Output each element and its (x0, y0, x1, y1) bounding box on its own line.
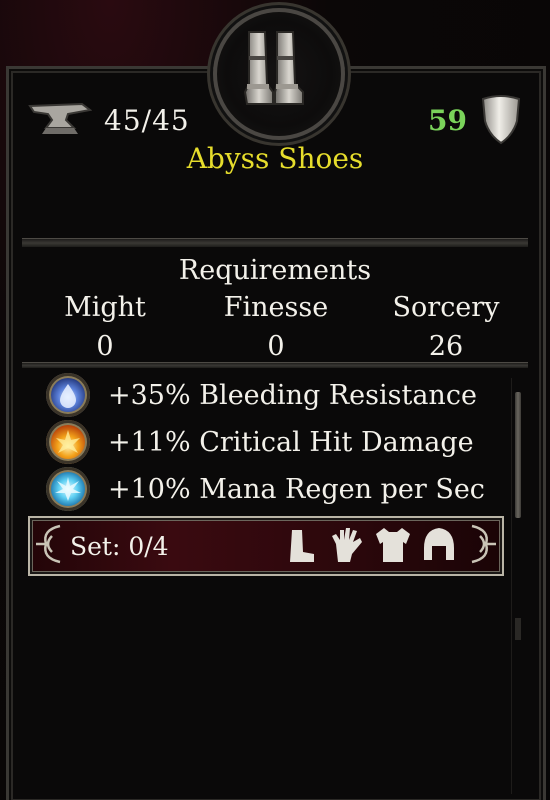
stat-text: +10% Mana Regen per Sec (108, 473, 485, 505)
requirement-finesse: Finesse 0 (196, 292, 356, 362)
stat-text: +11% Critical Hit Damage (108, 426, 474, 458)
stat-row: +11% Critical Hit Damage (46, 420, 516, 464)
durability-value: 45/45 (104, 104, 190, 137)
item-portrait (213, 8, 345, 140)
section-divider (22, 362, 528, 369)
stat-row: +10% Mana Regen per Sec (46, 467, 516, 511)
helmet-icon (424, 528, 454, 560)
might-label: Might (64, 292, 146, 323)
stat-row: +35% Bleeding Resistance (46, 373, 516, 417)
set-pieces (282, 524, 458, 566)
ice-burst-orb-icon (46, 467, 90, 511)
boots-icon (243, 31, 304, 105)
set-label: Set: 0/4 (70, 532, 169, 561)
armor-value: 59 (428, 104, 467, 137)
sorcery-label: Sorcery (392, 292, 500, 323)
requirements-title: Requirements (178, 255, 372, 286)
might-value: 0 (96, 331, 114, 362)
ornament-right-icon (471, 524, 496, 564)
item-tooltip: 45/45 59 Abyss Shoes Requirements Might … (0, 0, 550, 800)
section-divider (22, 238, 528, 248)
set-bonus-bar[interactable]: Set: 0/4 (28, 516, 504, 576)
finesse-label: Finesse (223, 292, 329, 323)
blood-drop-orb-icon (46, 373, 90, 417)
scrollbar-track-cap (515, 618, 521, 640)
scrollbar-thumb[interactable] (515, 392, 521, 518)
shield-icon (479, 93, 523, 149)
chest-armor-icon (376, 528, 410, 562)
boots-icon (290, 530, 314, 562)
sorcery-value: 26 (428, 331, 464, 362)
finesse-value: 0 (267, 331, 285, 362)
ornament-left-icon (36, 524, 61, 564)
fire-burst-orb-icon (46, 420, 90, 464)
tooltip-scrollbar[interactable] (511, 378, 524, 794)
gloves-icon (332, 528, 362, 562)
item-name: Abyss Shoes (186, 142, 364, 175)
anvil-icon (28, 98, 93, 142)
stat-text: +35% Bleeding Resistance (108, 379, 477, 411)
requirement-sorcery: Sorcery 26 (366, 292, 526, 362)
requirement-might: Might 0 (25, 292, 185, 362)
